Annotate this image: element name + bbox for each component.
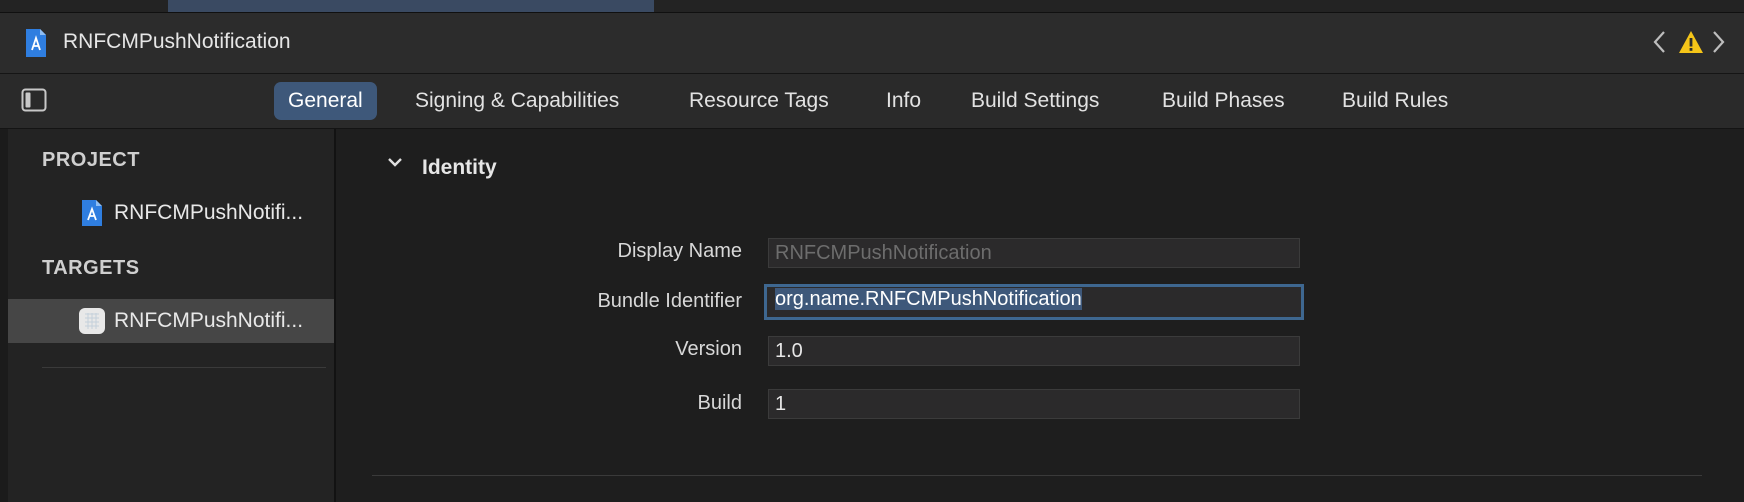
identity-section-title: Identity [422,156,497,179]
xcode-project-icon [82,200,102,226]
chevron-right-icon[interactable] [1709,29,1727,55]
editor-tab-bar: General Signing & Capabilities Resource … [0,74,1744,129]
sidebar-item-project[interactable]: RNFCMPushNotifi... [8,191,334,235]
tab-signing-capabilities[interactable]: Signing & Capabilities [401,82,633,120]
tab-build-settings[interactable]: Build Settings [957,82,1113,120]
xcode-project-icon [26,29,46,57]
left-edge [0,129,8,502]
tab-general[interactable]: General [274,82,377,120]
bundle-identifier-value: org.name.RNFCMPushNotification [775,288,1082,310]
version-label: Version [675,338,742,360]
display-name-label: Display Name [617,240,742,262]
sidebar-toggle-icon[interactable] [21,88,47,112]
chevron-left-icon[interactable] [1651,29,1669,55]
editor-tab-strip [0,0,1744,13]
general-settings-pane: Identity Display Name RNFCMPushNotificat… [336,129,1744,502]
tab-info[interactable]: Info [872,82,935,120]
sidebar-item-label: RNFCMPushNotifi... [114,201,304,224]
app-target-icon [79,308,105,334]
bundle-identifier-field[interactable]: org.name.RNFCMPushNotification [764,284,1304,320]
build-field[interactable]: 1 [768,389,1300,419]
version-field[interactable]: 1.0 [768,336,1300,366]
chevron-down-icon[interactable] [386,155,404,169]
sidebar-divider [42,367,326,368]
tab-build-phases[interactable]: Build Phases [1148,82,1299,120]
project-target-sidebar: PROJECT RNFCMPushNotifi... TARGETS RNFCM… [8,129,334,502]
warning-icon[interactable] [1678,30,1704,54]
bundle-identifier-label: Bundle Identifier [597,290,742,312]
section-divider [372,475,1702,476]
active-editor-tab[interactable] [168,0,654,12]
jump-bar: RNFCMPushNotification [0,13,1744,74]
sidebar-item-target[interactable]: RNFCMPushNotifi... [8,299,334,343]
tab-resource-tags[interactable]: Resource Tags [675,82,843,120]
display-name-field[interactable]: RNFCMPushNotification [768,238,1300,268]
window-title[interactable]: RNFCMPushNotification [63,30,291,54]
sidebar-item-label: RNFCMPushNotifi... [114,309,304,332]
build-label: Build [697,392,742,414]
tab-build-rules[interactable]: Build Rules [1328,82,1462,120]
targets-section-header: TARGETS [42,257,140,279]
project-section-header: PROJECT [42,149,140,171]
